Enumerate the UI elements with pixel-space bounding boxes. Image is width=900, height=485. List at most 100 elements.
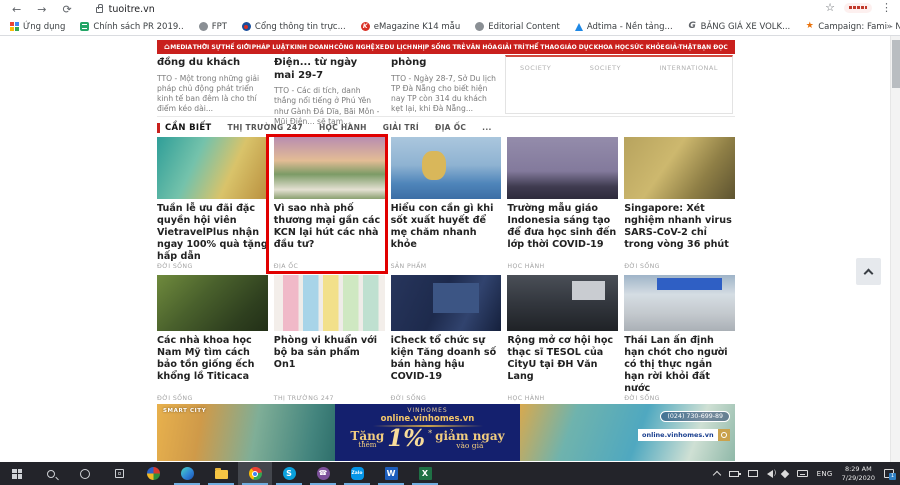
bookmark-item[interactable]: KeMagazine K14 mẫu (361, 22, 461, 32)
zalo-icon: Zalo (351, 467, 364, 480)
bookmark-label: BẢNG GIÁ XE VOLK... (701, 22, 791, 32)
tab-giai-tri[interactable]: GIẢI TRÍ (383, 123, 419, 132)
article-card[interactable]: Trường mẫu giáo Indonesia sáng tạo để đư… (507, 137, 618, 272)
reload-icon[interactable]: ⟳ (62, 4, 71, 15)
article-title: Thái Lan ấn định hạn chót cho người có t… (624, 335, 735, 395)
article-card[interactable]: Phòng vi khuẩn với bộ ba sản phẩm On1 TH… (274, 275, 385, 404)
article-card[interactable]: Hiểu con cần gì khi sốt xuất huyết để mẹ… (391, 137, 502, 272)
teaser-title[interactable]: Điện... từ ngày mai 29-7 (274, 57, 380, 82)
clock[interactable]: 8:29 AM 7/29/2020 (842, 465, 875, 481)
nav-item-du-lich[interactable]: DU LỊCH (385, 44, 412, 51)
banner-left-image: SMART CITY (157, 404, 335, 461)
article-card[interactable]: Vì sao nhà phố thương mại gần các KCN lạ… (274, 137, 385, 272)
bookmark-item[interactable]: Adtima - Nền tảng... (575, 22, 673, 32)
cortana-button[interactable] (68, 462, 102, 485)
nav-item-thoi-su[interactable]: THỜI SỰ (193, 44, 221, 51)
file-explorer-button[interactable] (204, 462, 238, 485)
teaser-title[interactable]: đồng du khách (157, 57, 263, 70)
tab-more[interactable]: ... (482, 123, 491, 132)
bookmark-item[interactable]: Cổng thông tin trực... (242, 22, 346, 32)
tab-thi-truong-247[interactable]: THỊ TRƯỜNG 247 (228, 123, 303, 132)
home-icon[interactable]: ⌂ (164, 42, 170, 51)
widget-link[interactable]: INTERNATIONAL (659, 64, 718, 113)
start-button[interactable] (0, 462, 34, 485)
scrollbar-thumb[interactable] (892, 40, 900, 88)
article-card[interactable]: Các nhà khoa học Nam Mỹ tìm cách bảo tồn… (157, 275, 268, 404)
nav-item-ban-doc[interactable]: BẠN ĐỌC (697, 44, 728, 51)
forward-icon[interactable]: → (37, 4, 46, 15)
banner-search-text: online.vinhomes.vn (638, 431, 718, 439)
nav-item-cong-nghe[interactable]: CÔNG NGHỆ (334, 44, 375, 51)
viber-button[interactable]: ☎ (306, 462, 340, 485)
taskbar-search-button[interactable] (34, 462, 68, 485)
notification-icon[interactable]: 1 (884, 469, 894, 478)
back-icon[interactable]: ← (12, 4, 21, 15)
nav-item-suc-khoe[interactable]: SỨC KHỎE (630, 44, 665, 51)
volume-icon[interactable] (767, 470, 773, 478)
excel-button[interactable]: X (408, 462, 442, 485)
bookmark-item[interactable]: Chính sách PR 2019.. (80, 22, 183, 32)
apps-grid-icon (10, 22, 19, 31)
skype-button[interactable]: S (272, 462, 306, 485)
edge-button[interactable] (170, 462, 204, 485)
bookmarks-overflow-icon[interactable]: » (886, 22, 892, 32)
language-indicator[interactable]: ENG (817, 470, 833, 478)
touch-keyboard-icon[interactable] (797, 470, 808, 477)
bookmark-item[interactable]: FPT (199, 22, 227, 32)
word-button[interactable]: W (374, 462, 408, 485)
task-view-button[interactable] (102, 462, 136, 485)
nav-item-gia-that[interactable]: GIẢ-THẬT (665, 44, 696, 51)
nav-item-xe[interactable]: XE (375, 44, 384, 51)
scrollbar-track[interactable] (890, 36, 900, 462)
article-card[interactable]: Singapore: Xét nghiệm nhanh virus SARS-C… (624, 137, 735, 272)
tray-app-icon[interactable] (780, 469, 788, 477)
article-card[interactable]: Rộng mở cơ hội học thạc sĩ TESOL của Cit… (507, 275, 618, 404)
nav-item-media[interactable]: MEDIA (170, 44, 192, 51)
nav-item-van-hoa[interactable]: VĂN HÓA (466, 44, 497, 51)
nav-item-the-thao[interactable]: THỂ THAO (525, 44, 559, 51)
article-card[interactable]: iCheck tổ chức sự kiện Tăng doanh số bán… (391, 275, 502, 404)
nav-item-phap-luat[interactable]: PHÁP LUẬT (252, 44, 290, 51)
widget-link[interactable]: SOCIETY (520, 64, 551, 113)
offer-word: thêm (350, 442, 384, 449)
nav-item-giao-duc[interactable]: GIÁO DỤC (560, 44, 593, 51)
browser-menu-icon[interactable]: ⋮ (881, 1, 892, 14)
nav-item-khoa-hoc[interactable]: KHOA HỌC (594, 44, 630, 51)
chrome-button[interactable] (238, 462, 272, 485)
tab-hoc-hanh[interactable]: HỌC HÀNH (319, 123, 367, 132)
article-title: Vì sao nhà phố thương mại gần các KCN lạ… (274, 203, 385, 251)
article-card[interactable]: Thái Lan ấn định hạn chót cho người có t… (624, 275, 735, 404)
zalo-button[interactable]: Zalo (340, 462, 374, 485)
article-title: Hiểu con cần gì khi sốt xuất huyết để mẹ… (391, 203, 502, 251)
nav-item-kinh-doanh[interactable]: KINH DOANH (290, 44, 334, 51)
banner-right-image: (024) 730-699-89 online.vinhomes.vn (520, 404, 735, 461)
bookmark-star-icon[interactable]: ☆ (825, 1, 835, 14)
nav-item-the-gioi[interactable]: THẾ GIỚI (221, 44, 251, 51)
widget-link[interactable]: SOCIETY (590, 64, 621, 113)
bookmark-item[interactable]: GBẢNG GIÁ XE VOLK... (688, 22, 791, 32)
address-bar: ← → ⟳ tuoitre.vn ☆ ⋮ (0, 0, 900, 18)
profile-chip[interactable] (844, 3, 872, 13)
tray-chevron-icon[interactable] (712, 470, 720, 478)
article-card[interactable]: Tuần lễ ưu đãi đặc quyền hội viên Vietra… (157, 137, 268, 272)
url-text[interactable]: tuoitre.vn (109, 4, 155, 15)
cortana-icon (80, 469, 90, 479)
article-title: iCheck tổ chức sự kiện Tăng doanh số bán… (391, 335, 502, 383)
article-image (274, 137, 385, 199)
tab-dia-oc[interactable]: ĐỊA ỐC (435, 123, 466, 132)
bookmark-item[interactable]: Ứng dụng (10, 22, 65, 32)
nav-item-nhip-song-tre[interactable]: NHỊP SỐNG TRẺ (412, 44, 465, 51)
nav-item-giai-tri[interactable]: GIẢI TRÍ (498, 44, 525, 51)
bookmark-item[interactable]: Editorial Content (475, 22, 560, 32)
tab-can-biet[interactable]: CẦN BIẾT (157, 123, 212, 133)
banner-search-box[interactable]: online.vinhomes.vn (638, 429, 730, 441)
category-widget: SOCIETY SOCIETY INTERNATIONAL (505, 55, 733, 114)
network-icon[interactable] (748, 470, 758, 477)
banner-ad[interactable]: SMART CITY VINHOMES online.vinhomes.vn T… (157, 404, 735, 461)
teaser-title[interactable]: phòng (391, 57, 497, 70)
battery-icon[interactable] (729, 471, 739, 477)
tray-time: 8:29 AM (842, 465, 875, 473)
pinned-app-button[interactable] (136, 462, 170, 485)
back-to-top-button[interactable] (856, 258, 881, 285)
chrome-icon (249, 467, 262, 480)
